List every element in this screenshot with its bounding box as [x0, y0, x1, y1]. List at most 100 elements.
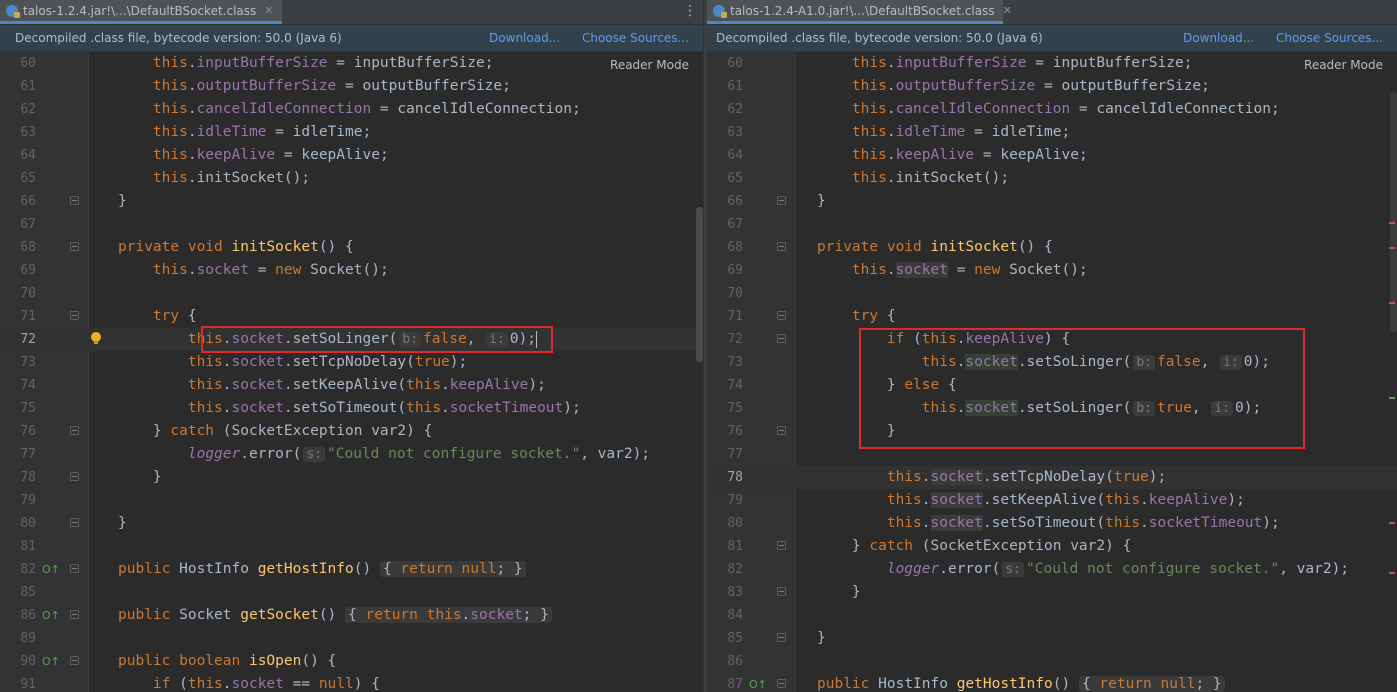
left-tab-bar: talos-1.2.4.jar!\...\DefaultBSocket.clas…: [0, 0, 703, 25]
fold-marker-icon[interactable]: [777, 587, 786, 596]
right-decompiled-notice: Decompiled .class file, bytecode version…: [707, 25, 1397, 52]
code-line: 66}: [20, 193, 127, 209]
left-download-link[interactable]: Download...: [489, 31, 560, 45]
code-line: 73 this.socket.setTcpNoDelay(true);: [20, 354, 468, 370]
code-line: 79 this.socket.setKeepAlive(this.keepAli…: [727, 492, 1245, 508]
code-line: 70: [20, 286, 36, 301]
fold-marker-icon[interactable]: [777, 541, 786, 550]
right-scrollbar-thumb[interactable]: [1390, 92, 1397, 332]
fold-marker-icon[interactable]: [70, 196, 79, 205]
fold-marker-icon[interactable]: [70, 242, 79, 251]
code-line: 61 this.outputBufferSize = outputBufferS…: [20, 78, 511, 94]
override-marker-icon[interactable]: O↑: [42, 650, 60, 673]
left-notice-text: Decompiled .class file, bytecode version…: [15, 31, 342, 45]
code-line: 79: [20, 493, 36, 508]
code-line: 86: [727, 654, 743, 669]
right-code-editor[interactable]: 60 this.inputBufferSize = inputBufferSiz…: [707, 52, 1397, 692]
right-tab-title: talos-1.2.4-A1.0.jar!\...\DefaultBSocket…: [730, 3, 995, 18]
code-line: 81: [20, 539, 36, 554]
left-scrollbar-thumb[interactable]: [696, 207, 703, 362]
fold-marker-icon[interactable]: [777, 633, 786, 642]
close-icon[interactable]: ✕: [1003, 4, 1012, 17]
code-line: 91 if (this.socket == null) {: [20, 676, 380, 692]
code-line: 82 logger.error(s: "Could not configure s…: [727, 561, 1350, 577]
more-options-icon[interactable]: ⋮: [683, 3, 697, 19]
code-line: 61 this.outputBufferSize = outputBufferS…: [727, 78, 1210, 94]
error-stripe-mark[interactable]: [1389, 302, 1395, 304]
code-line: 71 try {: [727, 308, 896, 324]
left-highlight-box: [201, 326, 553, 353]
code-line: 65 this.initSocket();: [20, 170, 311, 186]
fold-marker-icon[interactable]: [70, 518, 79, 527]
class-file-icon: [713, 4, 727, 18]
right-choose-sources-link[interactable]: Choose Sources...: [1276, 31, 1383, 45]
code-line: 64 this.keepAlive = keepAlive;: [727, 147, 1088, 163]
code-line: 60 this.inputBufferSize = inputBufferSiz…: [727, 55, 1193, 71]
fold-marker-icon[interactable]: [70, 311, 79, 320]
fold-marker-icon[interactable]: [777, 242, 786, 251]
code-line: 68 private void initSocket() {: [727, 239, 1053, 255]
code-line: 75 this.socket.setSoTimeout(this.socketT…: [20, 400, 581, 416]
error-stripe-mark[interactable]: [1389, 247, 1395, 249]
right-editor-tab[interactable]: talos-1.2.4-A1.0.jar!\...\DefaultBSocket…: [707, 0, 1012, 24]
code-line: 85: [20, 585, 36, 600]
error-stripe-mark[interactable]: [1389, 522, 1395, 524]
right-reader-mode-button[interactable]: Reader Mode: [1304, 58, 1383, 72]
fold-marker-icon[interactable]: [777, 426, 786, 435]
right-download-link[interactable]: Download...: [1183, 31, 1254, 45]
error-stripe-mark[interactable]: [1389, 222, 1395, 224]
left-choose-sources-link[interactable]: Choose Sources...: [582, 31, 689, 45]
fold-marker-icon[interactable]: [777, 311, 786, 320]
code-line: 70: [727, 286, 743, 301]
right-editor-pane: talos-1.2.4-A1.0.jar!\...\DefaultBSocket…: [707, 0, 1397, 692]
code-line: 66}: [727, 193, 826, 209]
fold-marker-icon[interactable]: [70, 610, 79, 619]
code-line: 71 try {: [20, 308, 197, 324]
fold-marker-icon[interactable]: [777, 679, 786, 688]
right-tab-bar: talos-1.2.4-A1.0.jar!\...\DefaultBSocket…: [707, 0, 1397, 25]
code-line: 65 this.initSocket();: [727, 170, 1010, 186]
code-line: 62 this.cancelIdleConnection = cancelIdl…: [20, 101, 581, 117]
lightbulb-icon[interactable]: [91, 332, 101, 345]
code-line: 74 this.socket.setKeepAlive(this.keepAli…: [20, 377, 546, 393]
code-line: 63 this.idleTime = idleTime;: [727, 124, 1071, 140]
code-line: 80}: [20, 515, 127, 531]
code-line: 77 logger.error(s: "Could not configure s…: [20, 446, 651, 462]
code-line: 63 this.idleTime = idleTime;: [20, 124, 372, 140]
code-line: 64 this.keepAlive = keepAlive;: [20, 147, 389, 163]
code-line-current: 78 this.socket.setTcpNoDelay(true);: [707, 466, 1397, 489]
code-line: 80 this.socket.setSoTimeout(this.socketT…: [727, 515, 1280, 531]
fold-marker-icon[interactable]: [777, 196, 786, 205]
code-line: 82 O↑ public HostInfo getHostInfo() { retu…: [0, 558, 703, 581]
code-line: 60 this.inputBufferSize = inputBufferSiz…: [20, 55, 494, 71]
code-line: 84: [727, 608, 743, 623]
code-line: 67: [20, 217, 36, 232]
left-code-editor[interactable]: 60 this.inputBufferSize = inputBufferSiz…: [0, 52, 703, 692]
code-line: 78 }: [20, 469, 162, 485]
change-stripe-mark[interactable]: [1389, 397, 1395, 399]
fold-marker-icon[interactable]: [70, 472, 79, 481]
close-icon[interactable]: ✕: [264, 4, 273, 17]
override-marker-icon[interactable]: O↑: [42, 558, 60, 581]
code-line: 62 this.cancelIdleConnection = cancelIdl…: [727, 101, 1280, 117]
code-line: 68 private void initSocket() {: [20, 239, 354, 255]
left-editor-pane: talos-1.2.4.jar!\...\DefaultBSocket.clas…: [0, 0, 703, 692]
override-marker-icon[interactable]: O↑: [42, 604, 60, 627]
fold-marker-icon[interactable]: [777, 334, 786, 343]
fold-marker-icon[interactable]: [70, 426, 79, 435]
class-file-icon: [6, 4, 20, 18]
code-line: 90 O↑ public boolean isOpen() {: [0, 650, 703, 673]
code-line: 69 this.socket = new Socket();: [727, 262, 1088, 278]
fold-marker-icon[interactable]: [70, 656, 79, 665]
code-line: 86 O↑ public Socket getSocket() { return t…: [0, 604, 703, 627]
left-editor-tab[interactable]: talos-1.2.4.jar!\...\DefaultBSocket.clas…: [0, 0, 282, 24]
right-notice-text: Decompiled .class file, bytecode version…: [716, 31, 1043, 45]
code-line: 83 }: [727, 584, 861, 600]
left-reader-mode-button[interactable]: Reader Mode: [610, 58, 689, 72]
code-line: 89: [20, 631, 36, 646]
override-marker-icon[interactable]: O↑: [749, 673, 767, 692]
code-line: 85}: [727, 630, 826, 646]
fold-marker-icon[interactable]: [70, 564, 79, 573]
code-line: 81 } catch (SocketException var2) {: [727, 538, 1132, 554]
error-stripe-mark[interactable]: [1389, 572, 1395, 574]
